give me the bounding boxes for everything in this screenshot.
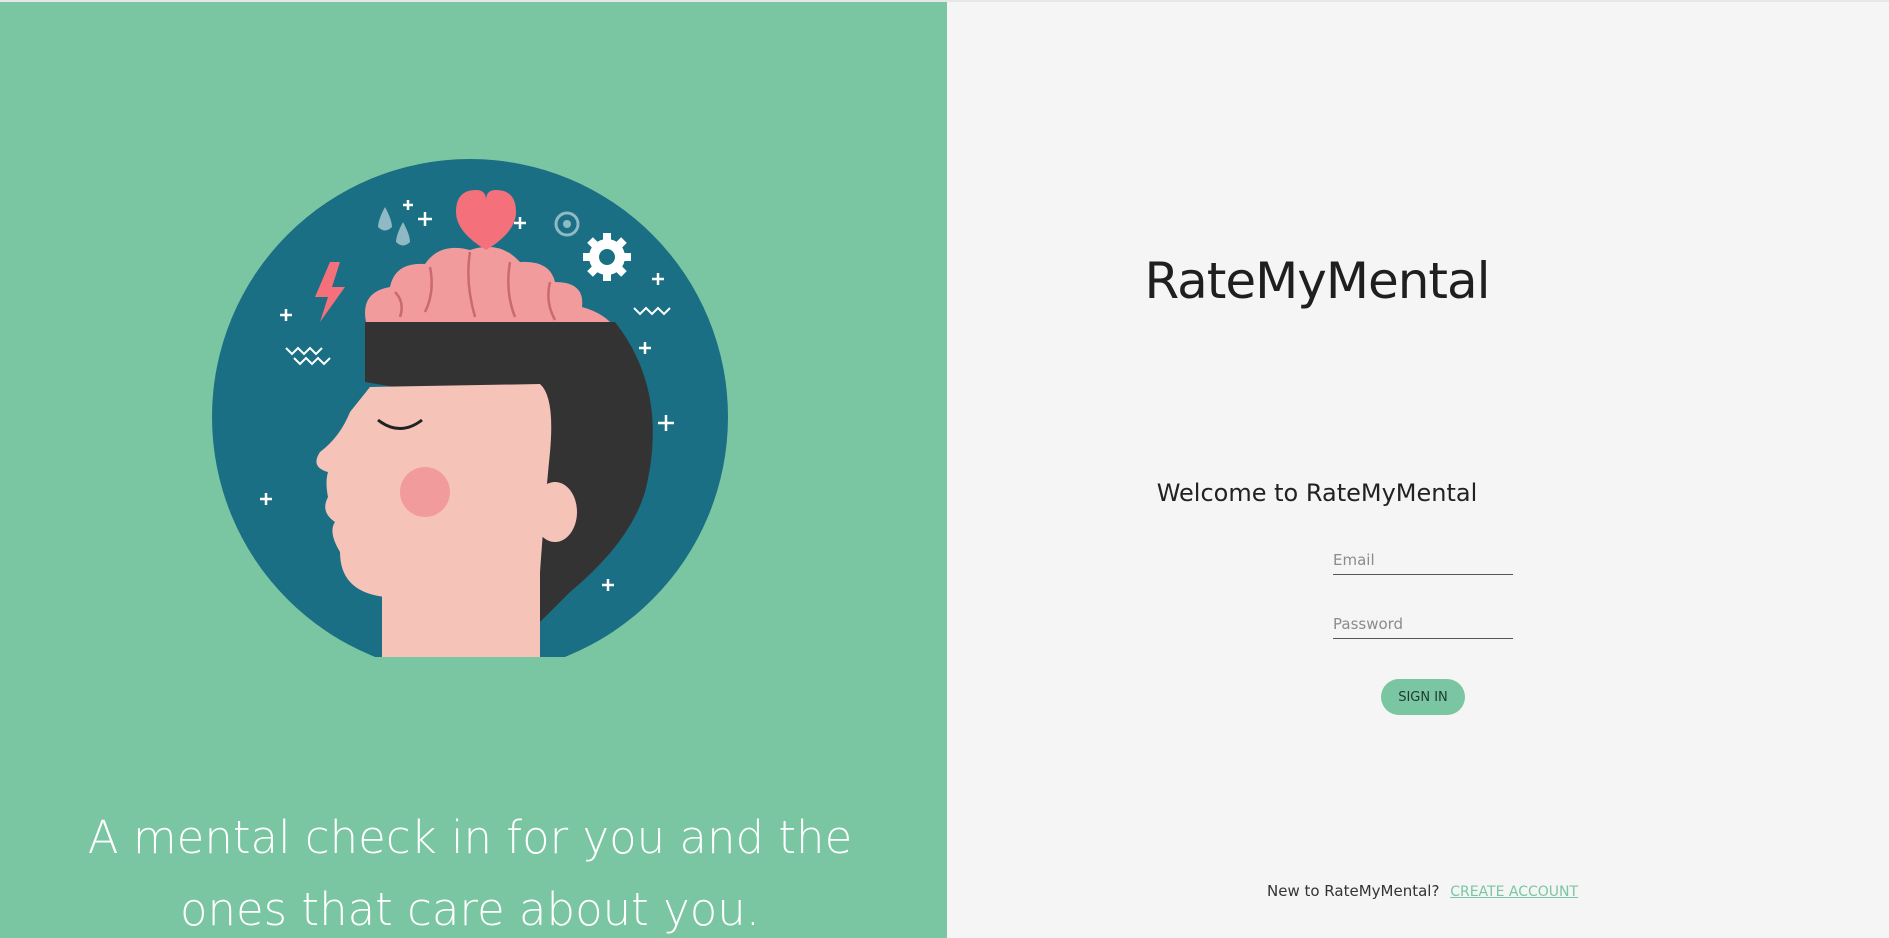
- new-user-text: New to RateMyMental?: [1267, 882, 1440, 900]
- create-account-link[interactable]: CREATE ACCOUNT: [1450, 884, 1578, 900]
- tagline: A mental check in for you and the ones t…: [40, 802, 900, 938]
- password-field-wrapper: [1333, 612, 1513, 639]
- password-input[interactable]: [1333, 612, 1513, 636]
- tagline-line-1: A mental check in for you and the: [87, 811, 853, 864]
- head-with-brain-illustration: [212, 159, 728, 657]
- login-panel: RateMyMental Welcome to RateMyMental SIG…: [947, 2, 1889, 938]
- hero-panel: A mental check in for you and the ones t…: [0, 2, 947, 938]
- email-field-wrapper: [1333, 548, 1513, 575]
- sign-in-button[interactable]: SIGN IN: [1381, 679, 1465, 715]
- signup-prompt: New to RateMyMental? CREATE ACCOUNT: [1267, 882, 1578, 900]
- tagline-line-2: ones that care about you.: [179, 883, 761, 936]
- brand-logo-text: RateMyMental: [1144, 252, 1490, 310]
- email-input[interactable]: [1333, 548, 1513, 572]
- welcome-heading: Welcome to RateMyMental: [1156, 479, 1478, 507]
